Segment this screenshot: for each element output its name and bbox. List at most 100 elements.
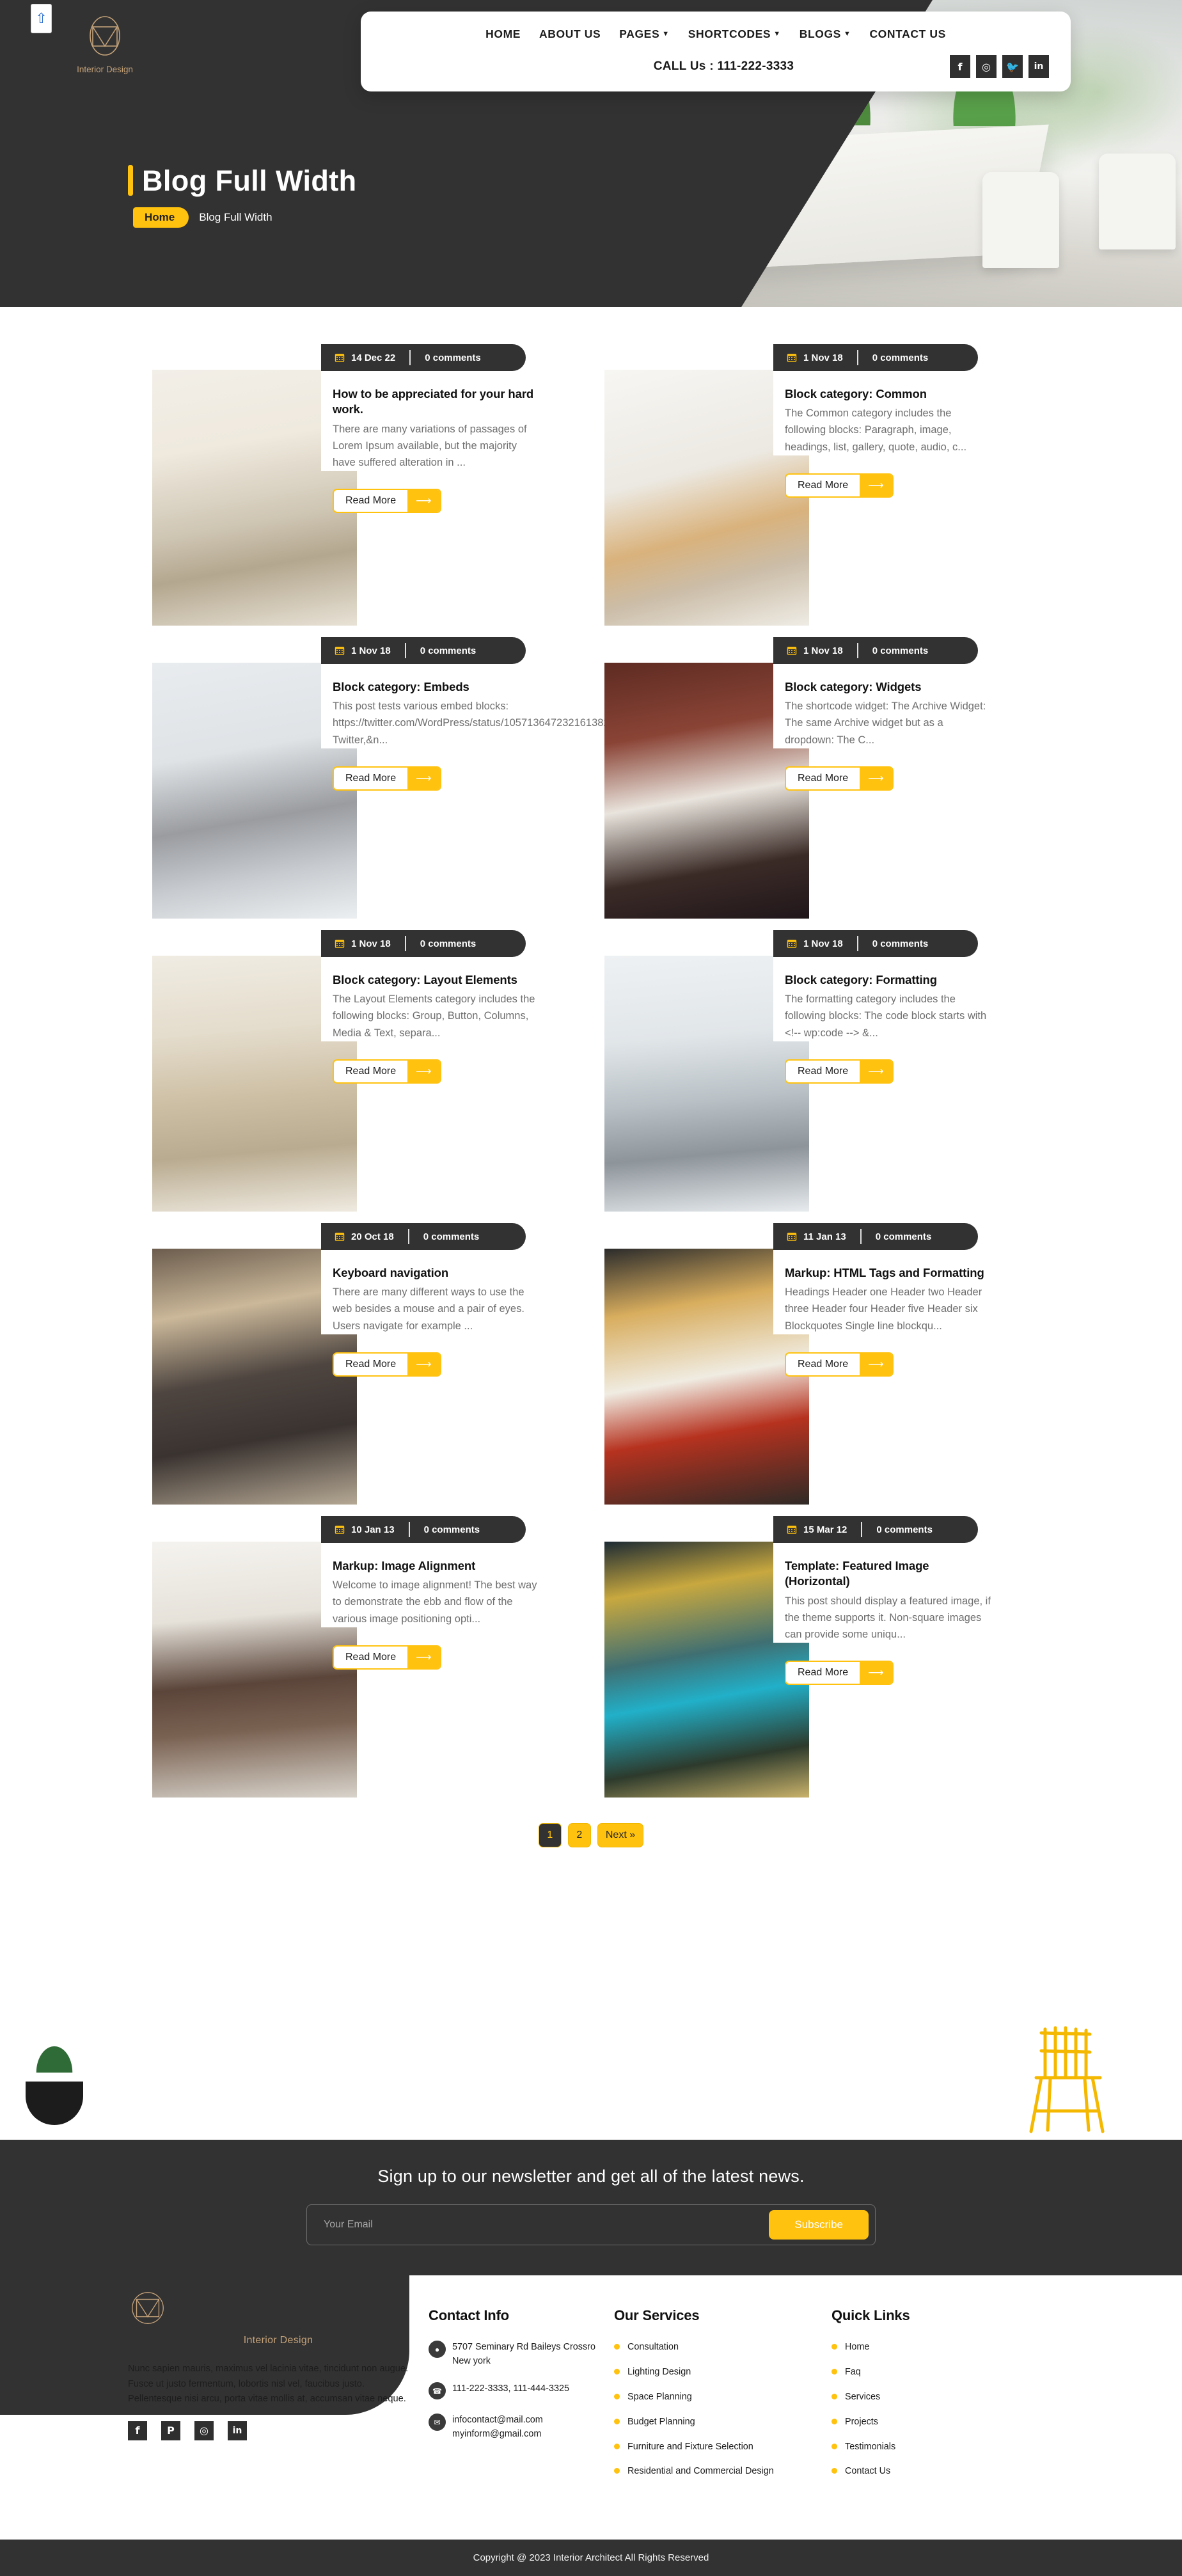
list-item[interactable]: Furniture and Fixture Selection (614, 2440, 831, 2454)
read-more-button[interactable]: Read More ⟶ (785, 1661, 894, 1685)
list-item[interactable]: Projects (831, 2415, 1023, 2429)
footer-quicklinks-column: Quick Links Home Faq Services Projects T… (831, 2289, 1023, 2490)
blog-card[interactable]: 11 Jan 13 0 comments Markup: HTML Tags a… (595, 1223, 1039, 1505)
linkedin-icon[interactable]: in (1028, 55, 1049, 78)
read-more-button[interactable]: Read More ⟶ (333, 766, 441, 791)
chevron-down-icon: ▼ (843, 29, 851, 38)
list-item[interactable]: Contact Us (831, 2465, 1023, 2478)
blog-card[interactable]: 1 Nov 18 0 comments Block category: Widg… (595, 637, 1039, 919)
nav-item-contact-us[interactable]: CONTACT US (869, 28, 945, 41)
read-more-button[interactable]: Read More ⟶ (333, 489, 441, 513)
pagination-next[interactable]: Next » (597, 1823, 644, 1847)
blog-card-excerpt: Welcome to image alignment! The best way… (333, 1579, 537, 1625)
blog-card-comments: 0 comments (872, 938, 929, 949)
facebook-icon[interactable]: f (950, 55, 970, 78)
footer-phone-row[interactable]: ☎ 111-222-3333, 111-444-3325 (429, 2382, 614, 2400)
blog-card-meta: 15 Mar 12 0 comments (773, 1516, 978, 1543)
copyright-text: Copyright @ 2023 Interior Architect All … (473, 2552, 709, 2563)
calendar-icon (787, 1526, 797, 1534)
read-more-button[interactable]: Read More ⟶ (333, 1352, 441, 1377)
meta-separator (856, 936, 858, 951)
blog-card-title[interactable]: Markup: HTML Tags and Formatting (785, 1265, 991, 1281)
blog-card-meta: 20 Oct 18 0 comments (321, 1223, 526, 1250)
blog-card-title[interactable]: Block category: Widgets (785, 679, 991, 695)
facebook-icon[interactable]: f (128, 2421, 147, 2440)
footer-address-row: ● 5707 Seminary Rd Baileys Crossro New y… (429, 2341, 614, 2368)
list-item[interactable]: Consultation (614, 2341, 831, 2354)
subscribe-button[interactable]: Subscribe (769, 2210, 869, 2240)
read-more-button[interactable]: Read More ⟶ (785, 1352, 894, 1377)
list-item[interactable]: Testimonials (831, 2440, 1023, 2454)
list-item[interactable]: Home (831, 2341, 1023, 2354)
blog-card[interactable]: 1 Nov 18 0 comments Block category: Embe… (143, 637, 615, 919)
blog-card-title[interactable]: Template: Featured Image (Horizontal) (785, 1558, 991, 1590)
footer-services-list: Consultation Lighting Design Space Plann… (614, 2341, 831, 2478)
nav-item-about-us[interactable]: ABOUT US (539, 28, 601, 41)
list-item[interactable]: Faq (831, 2366, 1023, 2379)
nav-item-pages[interactable]: PAGES ▼ (619, 28, 669, 41)
read-more-label: Read More (798, 479, 849, 491)
footer-email-row[interactable]: ✉ infocontact@mail.com myinform@gmail.co… (429, 2414, 614, 2441)
breadcrumb-home[interactable]: Home (133, 207, 189, 228)
list-item[interactable]: Budget Planning (614, 2415, 831, 2429)
list-item-label: Projects (845, 2416, 878, 2427)
blog-card[interactable]: 1 Nov 18 0 comments Block category: Layo… (143, 930, 587, 1212)
blog-card[interactable]: 1 Nov 18 0 comments Block category: Comm… (595, 344, 1039, 626)
scroll-to-top-icon[interactable]: ⇧ (31, 4, 52, 33)
blog-card[interactable]: 15 Mar 12 0 comments Template: Featured … (595, 1516, 1039, 1798)
pagination-page-1[interactable]: 1 (538, 1823, 562, 1847)
blog-list-section: 14 Dec 22 0 comments How to be appreciat… (0, 307, 1182, 1847)
call-us-label: CALL Us : (653, 59, 714, 73)
list-item[interactable]: Space Planning (614, 2390, 831, 2404)
brand-logo[interactable]: Interior Design (69, 14, 141, 74)
blog-card[interactable]: 1 Nov 18 0 comments Block category: Form… (595, 930, 1039, 1212)
blog-card-title[interactable]: How to be appreciated for your hard work… (333, 386, 539, 418)
instagram-icon[interactable]: ◎ (194, 2421, 214, 2440)
pagination-page-2[interactable]: 2 (567, 1823, 591, 1847)
blog-card-date-group: 1 Nov 18 (334, 938, 405, 949)
read-more-button[interactable]: Read More ⟶ (333, 1645, 441, 1670)
nav-item-blogs[interactable]: BLOGS ▼ (800, 28, 851, 41)
blog-card[interactable]: 10 Jan 13 0 comments Markup: Image Align… (143, 1516, 587, 1798)
linkedin-icon[interactable]: in (228, 2421, 247, 2440)
read-more-button[interactable]: Read More ⟶ (785, 473, 894, 498)
blog-card-excerpt: This post should display a featured imag… (785, 1595, 991, 1640)
blog-card-date: 1 Nov 18 (351, 645, 391, 656)
blog-card[interactable]: 20 Oct 18 0 comments Keyboard navigation… (143, 1223, 587, 1505)
instagram-icon[interactable]: ◎ (976, 55, 997, 78)
page-title: Blog Full Width (142, 164, 357, 197)
blog-card-title[interactable]: Markup: Image Alignment (333, 1558, 539, 1574)
blog-card-title[interactable]: Keyboard navigation (333, 1265, 539, 1281)
twitter-icon[interactable]: 🐦 (1002, 55, 1023, 78)
blog-card-title[interactable]: Block category: Embeds (333, 679, 539, 695)
arrow-right-icon: ⟶ (407, 1060, 440, 1082)
meta-separator (856, 350, 858, 365)
blog-card-title[interactable]: Block category: Formatting (785, 972, 991, 988)
list-item[interactable]: Services (831, 2390, 1023, 2404)
nav-item-shortcodes[interactable]: SHORTCODES ▼ (688, 28, 781, 41)
blog-card-title[interactable]: Block category: Layout Elements (333, 972, 539, 988)
email-input[interactable] (324, 2219, 769, 2231)
blog-card-meta: 1 Nov 18 0 comments (773, 637, 978, 664)
read-more-button[interactable]: Read More ⟶ (785, 1059, 894, 1084)
list-item-label: Space Planning (627, 2391, 692, 2402)
blog-card-title[interactable]: Block category: Common (785, 386, 991, 402)
blog-card[interactable]: 14 Dec 22 0 comments How to be appreciat… (143, 344, 587, 626)
blog-card-comments: 0 comments (876, 1524, 933, 1535)
footer-services-column: Our Services Consultation Lighting Desig… (614, 2289, 831, 2490)
read-more-button[interactable]: Read More ⟶ (333, 1059, 441, 1084)
read-more-button[interactable]: Read More ⟶ (785, 766, 894, 791)
arrow-right-icon: ⟶ (860, 1353, 892, 1375)
call-us-block[interactable]: CALL Us : 111-222-3333 (382, 59, 950, 74)
blog-card-meta: 1 Nov 18 0 comments (321, 637, 526, 664)
blog-card-excerpt: The Layout Elements category includes th… (333, 993, 535, 1039)
list-item[interactable]: Residential and Commercial Design (614, 2465, 831, 2478)
pinterest-icon[interactable]: P (161, 2421, 180, 2440)
list-item[interactable]: Lighting Design (614, 2366, 831, 2379)
arrow-right-icon: ⟶ (407, 1646, 440, 1668)
arrow-right-icon: ⟶ (860, 1060, 892, 1082)
calendar-icon (335, 354, 345, 362)
nav-item-home[interactable]: HOME (485, 28, 521, 41)
blog-card-excerpt: There are many variations of passages of… (333, 423, 527, 468)
bullet-icon (614, 2468, 620, 2474)
